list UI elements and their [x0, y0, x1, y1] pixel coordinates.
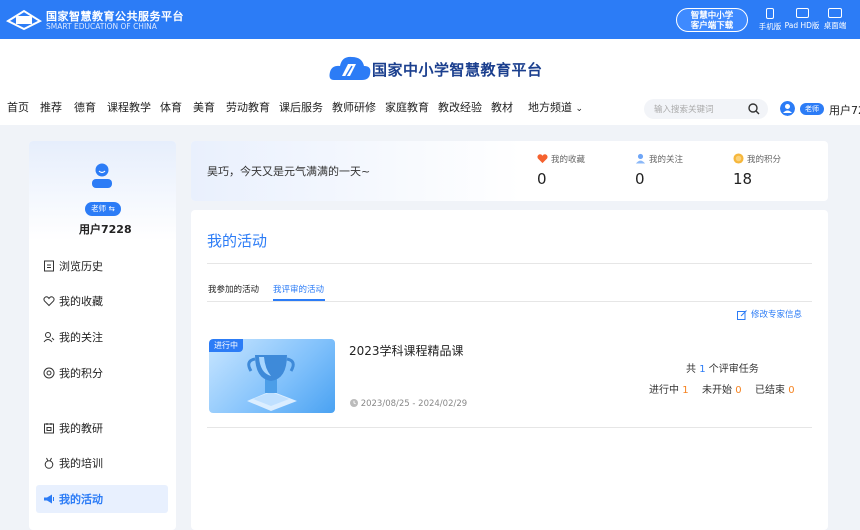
nav-family[interactable]: 家庭教育	[385, 99, 429, 115]
heart-icon	[537, 154, 548, 164]
monitor-icon	[828, 8, 842, 18]
search-placeholder: 输入搜索关键词	[654, 105, 714, 115]
sidebar-item-points[interactable]: 我的积分	[36, 359, 168, 387]
points-icon	[43, 367, 55, 379]
history-icon	[44, 260, 54, 272]
status-pending: 未开始 0	[702, 381, 742, 396]
review-task-count: 共 1 个评审任务	[686, 360, 759, 375]
profile-avatar-icon	[92, 163, 112, 188]
nav-teacher-training[interactable]: 教师研修	[332, 99, 376, 115]
stat-value: 0	[635, 170, 645, 188]
sidebar-item-label: 我的关注	[59, 331, 103, 344]
stat-label: 我的关注	[649, 155, 684, 165]
nav-afterschool[interactable]: 课后服务	[279, 99, 323, 115]
phone-icon	[766, 8, 774, 19]
site-title[interactable]: 国家中小学智慧教育平台	[372, 59, 543, 80]
status-ended: 已结束 0	[755, 381, 795, 396]
task-prefix: 共	[686, 364, 696, 375]
tab-reviewed[interactable]: 我评审的活动	[273, 283, 324, 295]
sidebar-item-label: 我的培训	[59, 457, 103, 470]
activity-title[interactable]: 2023学科课程精品课	[349, 342, 464, 359]
nav-sports[interactable]: 体育	[160, 99, 182, 115]
activity-date-text: 2023/08/25 - 2024/02/29	[360, 399, 468, 409]
device-desktop-label: 桌面端	[823, 21, 847, 30]
top-bar: 国家智慧教育公共服务平台 SMART EDUCATION OF CHINA 智慧…	[0, 0, 860, 39]
activity-date: 2023/08/25 - 2024/02/29	[350, 399, 467, 409]
tabs-divider	[207, 301, 812, 302]
nav-local-label: 地方频道	[528, 101, 572, 114]
stat-value: 18	[733, 170, 753, 188]
user-icon	[635, 153, 646, 164]
stat-label: 我的积分	[747, 155, 782, 165]
nav-labor[interactable]: 劳动教育	[226, 99, 270, 115]
user-role-badge: 老师	[800, 103, 824, 115]
user-avatar-icon[interactable]	[780, 101, 795, 116]
greeting-text: 昊巧，今天又是元气满满的一天~	[207, 165, 371, 178]
nav-moral[interactable]: 德育	[74, 99, 96, 115]
sidebar-item-research[interactable]: 我的教研	[36, 414, 168, 442]
nav-recommend[interactable]: 推荐	[40, 99, 62, 115]
sidebar-item-label: 我的收藏	[59, 295, 103, 308]
nav-textbook[interactable]: 教材	[491, 99, 513, 115]
activities-title: 我的活动	[207, 232, 268, 250]
sidebar-item-label: 我的教研	[59, 422, 103, 435]
edit-icon	[737, 309, 747, 320]
pending-label: 未开始	[702, 385, 732, 396]
ongoing-count: 1	[682, 385, 689, 396]
download-line1: 智慧中小学	[690, 11, 734, 21]
megaphone-icon	[44, 494, 54, 504]
task-suffix: 个评审任务	[708, 364, 759, 375]
ended-label: 已结束	[755, 385, 785, 396]
heart-icon	[43, 296, 55, 307]
status-badge: 进行中	[209, 339, 243, 352]
tab-joined[interactable]: 我参加的活动	[208, 283, 259, 295]
ended-count: 0	[788, 385, 795, 396]
main-logo-icon[interactable]	[328, 52, 372, 86]
role-switch-badge[interactable]: 老师 ⇆	[85, 202, 121, 216]
device-mobile-label: 手机版	[758, 22, 782, 31]
sidebar-item-history[interactable]: 浏览历史	[36, 252, 168, 280]
sidebar-item-label: 浏览历史	[59, 260, 103, 273]
search-icon[interactable]	[748, 103, 760, 115]
user-name[interactable]: 用户722	[829, 102, 860, 118]
nav-course[interactable]: 课程教学	[107, 99, 151, 115]
clock-icon	[350, 399, 358, 407]
pending-count: 0	[735, 385, 742, 396]
sidebar-item-activities[interactable]: 我的活动	[36, 485, 168, 513]
sidebar-item-training[interactable]: 我的培训	[36, 449, 168, 477]
medal-icon	[44, 457, 54, 469]
device-desktop[interactable]: 桌面端	[815, 8, 855, 31]
status-ongoing: 进行中 1	[649, 381, 689, 396]
platform-logo-icon[interactable]	[6, 7, 42, 31]
nav-reform[interactable]: 教改经验	[438, 99, 482, 115]
sidebar-item-following[interactable]: 我的关注	[36, 323, 168, 351]
follow-user-icon	[43, 332, 55, 343]
coin-icon	[733, 153, 744, 164]
title-divider	[207, 263, 812, 264]
sidebar-item-favorites[interactable]: 我的收藏	[36, 287, 168, 315]
nav-home[interactable]: 首页	[7, 99, 29, 115]
edit-expert-info-label: 修改专家信息	[751, 310, 803, 320]
task-count: 1	[699, 364, 706, 375]
stat-label: 我的收藏	[551, 155, 586, 165]
nav-arts[interactable]: 美育	[193, 99, 215, 115]
research-icon	[44, 423, 54, 434]
nav-local[interactable]: 地方频道 ⌄	[528, 99, 583, 115]
stat-value: 0	[537, 170, 547, 188]
sidebar-item-label: 我的积分	[59, 367, 103, 380]
client-download-button[interactable]: 智慧中小学 客户端下载	[676, 8, 748, 32]
item-divider	[207, 427, 812, 428]
welcome-panel: 昊巧，今天又是元气满满的一天~ 我的收藏 0 我的关注 0 我的积分 18	[191, 141, 828, 201]
profile-name: 用户7228	[79, 223, 132, 236]
edit-expert-info-link[interactable]: 修改专家信息	[737, 308, 802, 320]
tablet-icon	[795, 8, 809, 18]
sidebar-item-label: 我的活动	[59, 493, 103, 506]
activity-thumbnail[interactable]: 进行中	[209, 339, 335, 413]
search-input[interactable]: 输入搜索关键词	[644, 99, 768, 119]
download-line2: 客户端下载	[690, 21, 734, 31]
ongoing-label: 进行中	[649, 385, 679, 396]
platform-logo-subtitle: SMART EDUCATION OF CHINA	[46, 22, 157, 31]
chevron-down-icon: ⌄	[575, 104, 584, 114]
